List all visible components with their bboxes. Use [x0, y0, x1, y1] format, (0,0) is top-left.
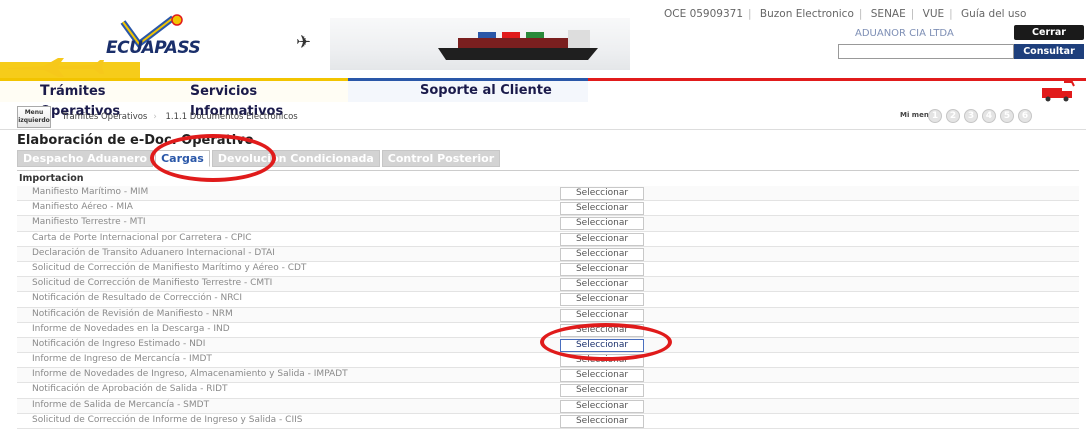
table-row: Solicitud de Corrección de Informe de In…	[17, 414, 1079, 429]
select-button[interactable]: Seleccionar	[560, 202, 644, 216]
document-type-label: Informe de Novedades de Ingreso, Almacen…	[32, 369, 348, 380]
document-type-label: Notificación de Resultado de Corrección …	[32, 293, 242, 304]
vue-link[interactable]: VUE	[923, 8, 945, 20]
select-button[interactable]: Seleccionar	[560, 369, 644, 383]
document-type-label: Informe de Ingreso de Mercancía - IMDT	[32, 354, 212, 365]
select-button[interactable]: Seleccionar	[560, 293, 644, 307]
select-button[interactable]: Seleccionar	[560, 308, 644, 322]
document-type-label: Informe de Novedades en la Descarga - IN…	[32, 323, 230, 334]
user-id-link[interactable]: OCE 05909371	[664, 8, 743, 20]
tab-devolucion-condicionada[interactable]: Devolucion Condicionada	[211, 150, 380, 167]
menu-slot-5[interactable]: 5	[1000, 109, 1014, 123]
document-type-label: Notificación de Aprobación de Salida - R…	[32, 384, 228, 395]
breadcrumb-item[interactable]: Trámites Operativos	[62, 112, 147, 122]
table-row: Notificación de Aprobación de Salida - R…	[17, 383, 1079, 399]
select-button[interactable]: Seleccionar	[560, 232, 644, 246]
select-button[interactable]: Seleccionar	[560, 338, 644, 352]
menu-slot-6[interactable]: 6	[1018, 109, 1032, 123]
table-row: Notificación de Ingreso Estimado - NDI Se…	[17, 337, 1079, 354]
breadcrumb-item[interactable]: 1.1.1 Documentos Electrónicos	[165, 112, 297, 122]
header: ECUAPASS ✈ OCE 05909371 | Buzon Electroni…	[0, 0, 1086, 78]
breadcrumb: Menu izquierdo Trámites Operativos › 1.1.1…	[0, 104, 1086, 130]
document-type-label: Manifiesto Aéreo - MIA	[32, 202, 133, 213]
buzon-link[interactable]: Buzon Electronico	[760, 8, 854, 20]
section-title: Importacion	[17, 170, 1079, 186]
table-row: Informe de Salida de Mercancía - SMDT Sel…	[17, 398, 1079, 414]
tab-cargas[interactable]: Cargas	[155, 150, 210, 167]
table-row: Notificación de Resultado de Corrección …	[17, 292, 1079, 308]
logo-text: ECUAPASS	[106, 38, 201, 58]
breadcrumb-trail: Trámites Operativos › 1.1.1 Documentos El…	[62, 112, 298, 122]
company-name: ADUANOR CIA LTDA	[855, 28, 954, 39]
table-row: Solicitud de Corrección de Manifiesto Te…	[17, 277, 1079, 293]
select-button[interactable]: Seleccionar	[560, 354, 644, 368]
search-input[interactable]	[838, 44, 1014, 59]
menu-slot-2[interactable]: 2	[946, 109, 960, 123]
select-button[interactable]: Seleccionar	[560, 323, 644, 337]
document-type-label: Carta de Porte Internacional por Carrete…	[32, 232, 252, 243]
select-button[interactable]: Seleccionar	[560, 187, 644, 200]
consult-button[interactable]: Consultar	[1014, 44, 1084, 59]
table-row: Informe de Novedades de Ingreso, Almacen…	[17, 368, 1079, 384]
document-type-label: Solicitud de Corrección de Manifiesto Te…	[32, 278, 273, 289]
main-nav: Trámites Operativos Servicios Informativ…	[0, 78, 1086, 119]
table-row: Solicitud de Corrección de Manifiesto Ma…	[17, 262, 1079, 278]
tab-despacho-aduanero[interactable]: Despacho Aduanero	[17, 150, 154, 167]
document-table: Manifiesto Marítimo - MIM Seleccionar Mani…	[17, 186, 1079, 429]
left-menu-button[interactable]: Menu izquierdo	[17, 106, 51, 128]
mi-menu-slots: 1 2 3 4 5 6	[928, 109, 1032, 123]
document-type-label: Notificación de Ingreso Estimado - NDI	[32, 338, 206, 349]
select-button[interactable]: Seleccionar	[560, 278, 644, 292]
select-button[interactable]: Seleccionar	[560, 262, 644, 276]
table-row: Carta de Porte Internacional por Carrete…	[17, 232, 1079, 247]
page-title: Elaboración de e-Doc. Operativo	[17, 133, 254, 148]
tab-control-posterior[interactable]: Control Posterior	[381, 150, 501, 167]
menu-slot-3[interactable]: 3	[964, 109, 978, 123]
senae-link[interactable]: SENAE	[871, 8, 906, 20]
nav-servicios[interactable]: Servicios Informativos	[160, 78, 348, 119]
document-type-label: Declaración de Transito Aduanero Interna…	[32, 247, 275, 258]
select-button[interactable]: Seleccionar	[560, 399, 644, 413]
document-type-label: Solicitud de Corrección de Manifiesto Ma…	[32, 262, 307, 273]
ship-image	[438, 30, 598, 60]
document-type-label: Solicitud de Corrección de Informe de In…	[32, 414, 303, 425]
document-type-label: Notificación de Revisión de Manifiesto -…	[32, 308, 233, 319]
tab-bar: Despacho Aduanero Cargas Devolucion Cond…	[17, 150, 501, 167]
yellow-plane-icon	[8, 58, 104, 77]
table-row: Informe de Novedades en la Descarga - IN…	[17, 323, 1079, 338]
nav-tramites[interactable]: Trámites Operativos	[0, 78, 160, 119]
table-row: Manifiesto Aéreo - MIA Seleccionar	[17, 201, 1079, 217]
menu-slot-4[interactable]: 4	[982, 109, 996, 123]
top-links: OCE 05909371 | Buzon Electronico | SENAE | …	[664, 8, 1027, 20]
truck-icon	[1042, 81, 1075, 102]
guide-link[interactable]: Guía del uso	[961, 8, 1026, 20]
table-row: Manifiesto Terrestre - MTI Seleccionar	[17, 216, 1079, 232]
select-button[interactable]: Seleccionar	[560, 384, 644, 398]
plane-icon: ✈	[296, 32, 312, 53]
nav-extra	[588, 78, 1086, 102]
select-button[interactable]: Seleccionar	[560, 414, 644, 428]
select-button[interactable]: Seleccionar	[560, 217, 644, 231]
menu-slot-1[interactable]: 1	[928, 109, 942, 123]
table-row: Declaración de Transito Aduanero Interna…	[17, 246, 1079, 262]
document-type-label: Informe de Salida de Mercancía - SMDT	[32, 399, 210, 410]
table-row: Informe de Ingreso de Mercancía - IMDT Se…	[17, 353, 1079, 369]
select-button[interactable]: Seleccionar	[560, 247, 644, 261]
document-type-label: Manifiesto Marítimo - MIM	[32, 187, 149, 197]
table-row: Notificación de Revisión de Manifiesto -…	[17, 307, 1079, 323]
table-row: Manifiesto Marítimo - MIM Seleccionar	[17, 186, 1079, 202]
document-type-label: Manifiesto Terrestre - MTI	[32, 217, 146, 228]
nav-soporte[interactable]: Soporte al Cliente	[348, 78, 588, 102]
logout-button[interactable]: Cerrar sesión	[1014, 25, 1084, 53]
